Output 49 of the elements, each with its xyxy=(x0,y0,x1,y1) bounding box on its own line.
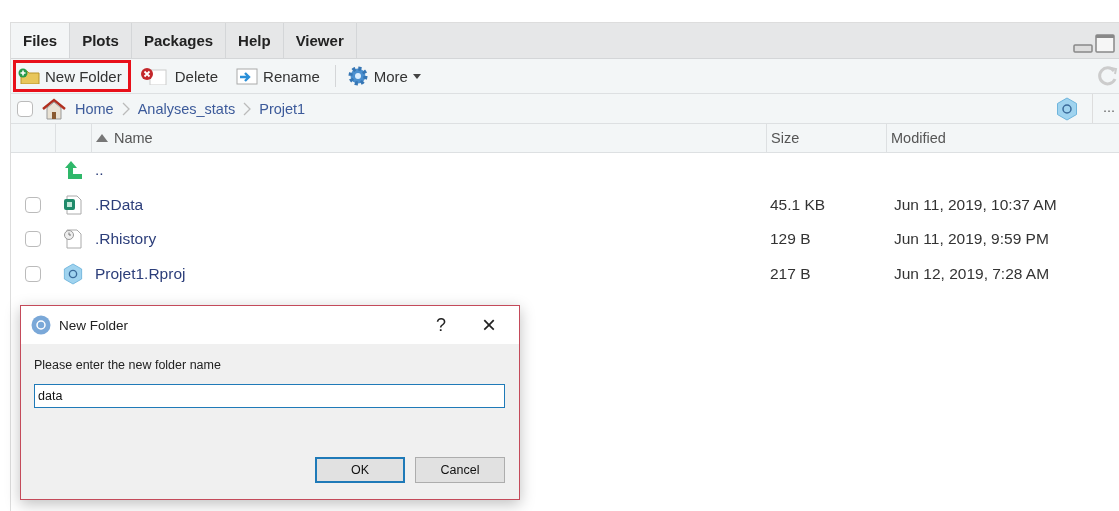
help-button[interactable]: ? xyxy=(421,310,461,340)
file-name-link[interactable]: Projet1.Rproj xyxy=(91,264,186,282)
dialog-button[interactable]: OK xyxy=(315,457,405,483)
delete-icon xyxy=(139,67,170,85)
add-folder-icon xyxy=(18,68,40,84)
tab[interactable]: Files xyxy=(11,23,71,58)
breadcrumb-link[interactable]: Projet1 xyxy=(259,100,306,117)
chevron-icon xyxy=(243,101,252,116)
close-button[interactable]: × xyxy=(469,310,509,340)
file-name-link[interactable]: .RData xyxy=(91,195,144,213)
folder-name-field[interactable]: data xyxy=(34,384,505,408)
prompt-text: Please enter the new folder name xyxy=(34,358,222,372)
home-icon[interactable] xyxy=(41,97,67,120)
refresh-icon[interactable] xyxy=(1097,65,1119,87)
caret-icon xyxy=(412,73,421,79)
hexagon-icon xyxy=(63,262,83,285)
checkbox[interactable] xyxy=(25,196,41,213)
toolbar-button[interactable]: Delete xyxy=(134,60,228,92)
up-arrow-icon xyxy=(63,161,83,180)
file-size: 217 B xyxy=(770,264,811,282)
minimize-maximize-icon[interactable] xyxy=(1073,34,1115,54)
breadcrumb-link[interactable]: Home xyxy=(75,100,114,117)
file-name-link[interactable]: .. xyxy=(91,161,104,179)
more-options[interactable]: ... xyxy=(1091,94,1119,123)
checkbox[interactable] xyxy=(25,231,41,248)
hexagon-icon[interactable] xyxy=(1055,96,1078,121)
file-size: 129 B xyxy=(770,230,811,248)
gear-icon xyxy=(346,65,369,87)
dialog-title: New Folder xyxy=(59,317,129,333)
checkbox[interactable] xyxy=(17,100,33,117)
column-header[interactable]: Size xyxy=(766,124,886,152)
breadcrumb-link[interactable]: Analyses_stats xyxy=(137,100,236,117)
column-header[interactable]: Modified xyxy=(886,124,1119,152)
checkbox[interactable] xyxy=(25,265,41,282)
file-size: 45.1 KB xyxy=(770,195,826,213)
modified-date: Jun 12, 2019, 7:28 AM xyxy=(894,264,1050,282)
rename-icon xyxy=(236,67,259,85)
data-file-icon xyxy=(63,194,83,215)
sort-ascending-icon xyxy=(96,134,108,142)
toolbar-button[interactable]: New Folder xyxy=(13,60,131,92)
chevron-icon xyxy=(121,101,130,116)
history-file-icon xyxy=(63,229,83,250)
toolbar-button[interactable]: Rename xyxy=(231,60,329,92)
toolbar-button[interactable]: More xyxy=(341,60,430,92)
column-header[interactable]: Name xyxy=(91,124,766,152)
file-name-link[interactable]: .Rhistory xyxy=(91,230,157,248)
modified-date: Jun 11, 2019, 10:37 AM xyxy=(894,195,1057,213)
modified-date: Jun 11, 2019, 9:59 PM xyxy=(894,230,1049,248)
dialog-button[interactable]: Cancel xyxy=(415,457,505,483)
